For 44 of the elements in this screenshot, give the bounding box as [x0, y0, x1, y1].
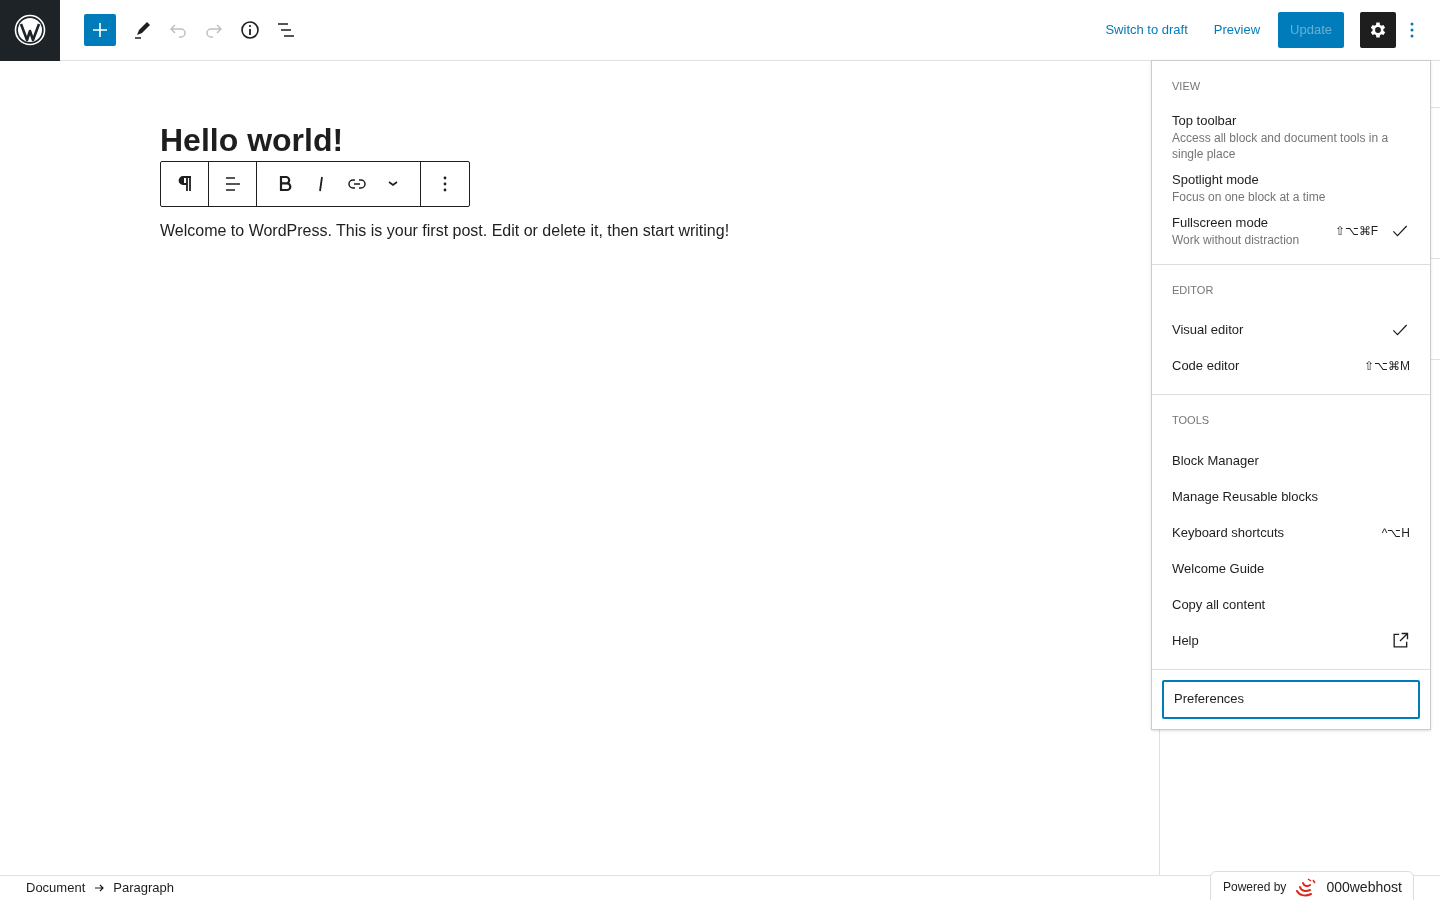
- menu-item-label: Fullscreen mode: [1172, 213, 1270, 232]
- switch-to-draft-button[interactable]: Switch to draft: [1093, 12, 1200, 48]
- menu-item-label: Top toolbar: [1172, 111, 1238, 130]
- menu-item-description: Access all block and document tools in a single place: [1172, 129, 1390, 162]
- menu-item[interactable]: Help: [1172, 622, 1410, 659]
- menu-item[interactable]: Top toolbar Access all block and document tools in a single place: [1172, 108, 1410, 165]
- breadcrumb-link[interactable]: Document: [26, 878, 86, 898]
- add-block-button[interactable]: [84, 14, 116, 46]
- menu-item-label: Spotlight mode: [1172, 170, 1260, 189]
- menu-item[interactable]: Spotlight mode Focus on one block at a time: [1172, 167, 1410, 208]
- section-heading: EDITOR: [1172, 282, 1215, 298]
- menu-item[interactable]: Fullscreen mode Work without distraction ⇧⌥⌘F: [1172, 210, 1410, 251]
- menu-item-description: Work without distraction: [1172, 231, 1301, 248]
- keyboard-shortcut: ^⌥H: [1381, 524, 1410, 542]
- brand-name: 000webhost: [1326, 877, 1402, 897]
- section-heading: TOOLS: [1172, 413, 1211, 428]
- preferences-menu-item[interactable]: Preferences: [1162, 679, 1420, 719]
- menu-item-label: Copy all content: [1172, 595, 1267, 614]
- keyboard-shortcut: ⇧⌥⌘F: [1334, 222, 1378, 240]
- menu-item-label: Keyboard shortcuts: [1172, 523, 1285, 542]
- menu-item-label: Welcome Guide: [1172, 559, 1266, 578]
- menu-item[interactable]: Keyboard shortcuts ^⌥H: [1172, 514, 1410, 551]
- settings-icon[interactable]: [1360, 12, 1396, 48]
- menu-item[interactable]: Visual editor: [1172, 312, 1410, 348]
- menu-item[interactable]: Manage Reusable blocks: [1172, 478, 1410, 515]
- menu-item[interactable]: Block Manager: [1172, 442, 1410, 479]
- menu-item-label: Manage Reusable blocks: [1172, 487, 1319, 506]
- preview-button[interactable]: Preview: [1201, 12, 1273, 48]
- arrow-right-icon: [93, 882, 106, 894]
- menu-item-label: Block Manager: [1172, 451, 1260, 470]
- badge-text: Powered by: [1223, 879, 1287, 896]
- swirl-logo-icon: [1294, 877, 1319, 897]
- wordpress-logo[interactable]: [0, 0, 60, 61]
- menu-item-label: Visual editor: [1172, 321, 1245, 339]
- breadcrumb-link[interactable]: Paragraph: [113, 878, 174, 898]
- menu-item[interactable]: Code editor ⇧⌥⌘M: [1172, 348, 1410, 384]
- menu-item[interactable]: Copy all content: [1172, 586, 1410, 623]
- menu-item-label: Code editor: [1172, 357, 1241, 375]
- hosting-badge[interactable]: Powered by 000webhost: [1210, 871, 1414, 900]
- keyboard-shortcut: ⇧⌥⌘M: [1364, 358, 1410, 375]
- menu-item[interactable]: Welcome Guide: [1172, 550, 1410, 587]
- menu-item-description: Focus on one block at a time: [1172, 188, 1327, 205]
- section-heading: VIEW: [1172, 79, 1202, 94]
- menu-item-label: Help: [1172, 631, 1200, 650]
